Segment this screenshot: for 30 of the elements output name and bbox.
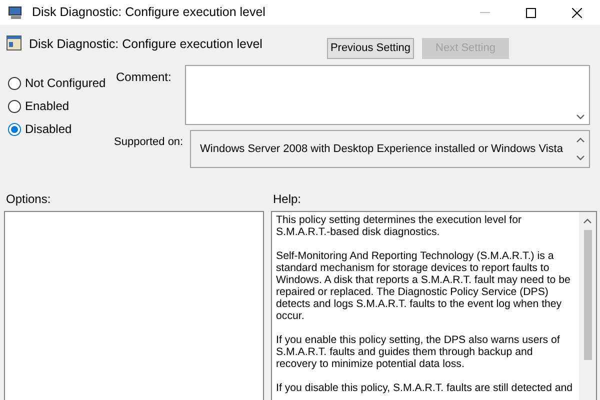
maximize-icon xyxy=(526,8,536,18)
radio-button[interactable] xyxy=(8,122,21,136)
scrollbar-thumb[interactable] xyxy=(584,230,592,360)
window-title: Disk Diagnostic: Configure execution level xyxy=(32,4,266,22)
policy-icon xyxy=(6,35,22,51)
radio-button[interactable] xyxy=(8,76,21,90)
scroll-up-icon[interactable] xyxy=(583,218,592,224)
radio-label: Disabled xyxy=(25,121,72,138)
help-paragraph: If you disable this policy, S.M.A.R.T. faults are still detected and xyxy=(276,382,574,394)
radio-label: Not Configured xyxy=(25,75,106,92)
help-paragraph: If you enable this policy setting, the DPS also warns users of S.M.A.R.T. faults and guides them through backup and recovery to minimize potential data loss. xyxy=(276,334,561,370)
supported-on-label: Supported on: xyxy=(113,135,184,150)
nav-button[interactable]: Previous Setting xyxy=(327,38,414,59)
help-paragraph: This policy setting determines the execution level for S.M.A.R.T.-based disk diagnostics. xyxy=(276,214,523,238)
close-icon xyxy=(572,8,582,18)
radio-button[interactable] xyxy=(8,100,21,112)
radio-label: Enabled xyxy=(25,98,70,115)
help-label: Help: xyxy=(273,191,302,208)
minimize-icon xyxy=(480,12,490,13)
computer-icon xyxy=(8,6,24,20)
supported-on-text: Windows Server 2008 with Desktop Experience installed or Windows Vista xyxy=(199,142,564,157)
options-label: Options: xyxy=(5,191,52,208)
scroll-up-icon[interactable] xyxy=(576,137,585,143)
comment-field[interactable] xyxy=(185,65,590,125)
scrollbar[interactable] xyxy=(579,212,596,400)
scroll-down-icon[interactable] xyxy=(576,114,585,120)
help-paragraph: Self-Monitoring And Reporting Technology (S.M.A.R.T.) is a standard mechanism for storage devices to report faults to Windows. A disk that reports a S.M.A.R.T. fault may need to be repaired or replaced. The Diagnostic Policy Service (DPS) detects and logs S.M.A.R.T. faults to the event log when they occur. xyxy=(276,250,572,322)
comment-label: Comment: xyxy=(115,69,172,86)
scroll-down-icon[interactable] xyxy=(576,155,585,161)
policy-title: Disk Diagnostic: Configure execution level xyxy=(29,36,262,53)
